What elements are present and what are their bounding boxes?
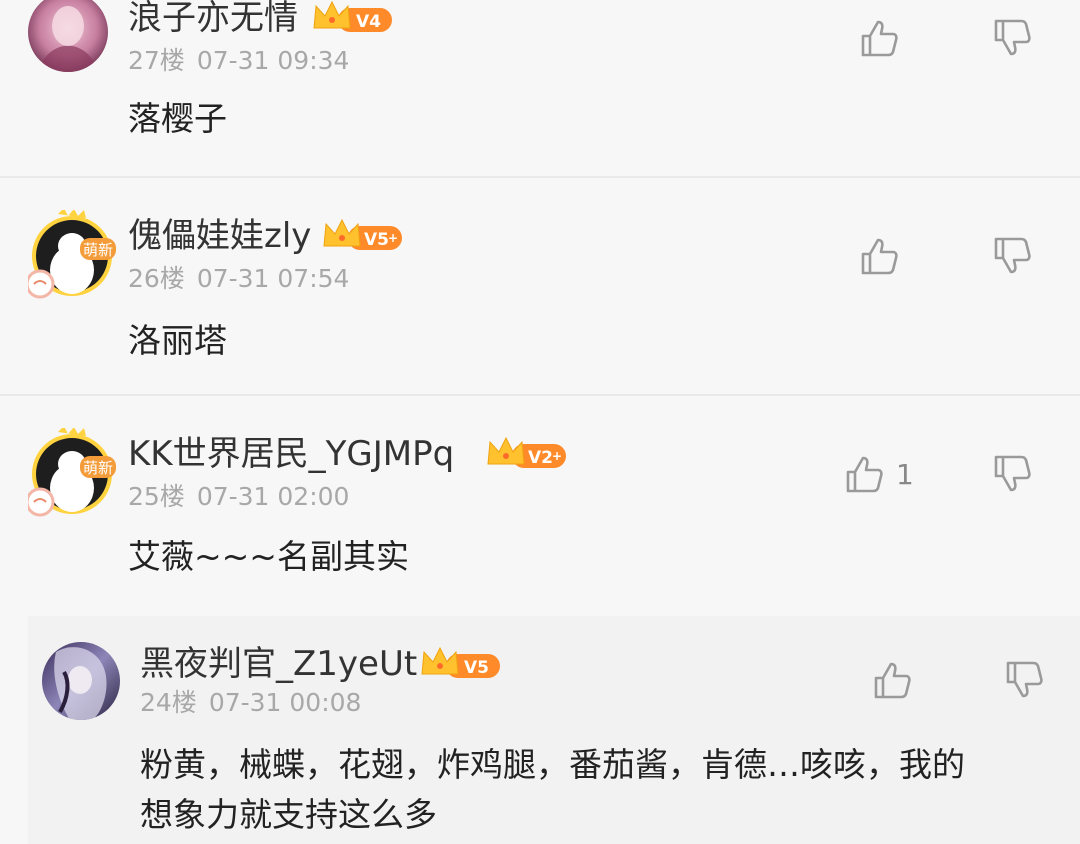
svg-text:+: + bbox=[552, 449, 562, 463]
comment-text-line: 粉黄，械蝶，花翅，炸鸡腿，番茄酱，肯德…咳咳，我的 bbox=[140, 745, 965, 784]
comment-item: 萌新 傀儡娃娃zly V5 + 26楼 07-31 07:54 洛丽塔 bbox=[0, 178, 1080, 396]
comment-list: 浪子亦无情 V4 27楼 07-31 09:34 落樱子 萌新 傀儡娃娃zly … bbox=[0, 0, 1080, 844]
comment-item: 黑夜判官_Z1yeUt V5 24楼 07-31 00:08 粉黄，械蝶，花翅，炸… bbox=[28, 616, 1080, 844]
comment-item: 浪子亦无情 V4 27楼 07-31 09:34 落樱子 bbox=[0, 0, 1080, 178]
level-text: V5 bbox=[464, 658, 489, 678]
level-text: V4 bbox=[356, 12, 381, 32]
thumbs-up-icon[interactable] bbox=[870, 658, 914, 702]
comment-meta: 26楼 07-31 07:54 bbox=[128, 264, 349, 294]
comment-meta: 25楼 07-31 02:00 bbox=[128, 482, 349, 512]
floor-number: 27楼 bbox=[128, 46, 185, 75]
floor-number: 25楼 bbox=[128, 482, 185, 511]
avatar[interactable]: 萌新 bbox=[28, 210, 116, 299]
floor-number: 26楼 bbox=[128, 264, 185, 293]
comment-text: 艾薇~~~名副其实 bbox=[128, 537, 409, 576]
thumbs-down-icon[interactable] bbox=[1002, 658, 1046, 702]
timestamp: 07-31 00:08 bbox=[208, 688, 362, 717]
comment-text: 落樱子 bbox=[128, 99, 227, 138]
thumbs-up-icon[interactable] bbox=[857, 234, 901, 278]
comment-text: 粉黄，械蝶，花翅，炸鸡腿，番茄酱，肯德…咳咳，我的 想象力就支持这么多 bbox=[140, 742, 1060, 838]
level-badge: V2 + bbox=[487, 436, 566, 468]
floor-number: 24楼 bbox=[140, 688, 197, 717]
timestamp: 07-31 02:00 bbox=[196, 482, 350, 511]
avatar-tag-text: 萌新 bbox=[83, 459, 113, 477]
comment-meta: 24楼 07-31 00:08 bbox=[140, 688, 361, 718]
level-badge: V5 + bbox=[323, 218, 402, 250]
thumbs-up-icon[interactable] bbox=[842, 452, 886, 496]
avatar[interactable] bbox=[42, 642, 120, 720]
username[interactable]: 黑夜判官_Z1yeUt bbox=[140, 644, 417, 684]
username[interactable]: 傀儡娃娃zly bbox=[128, 216, 311, 256]
avatar-tag-text: 萌新 bbox=[83, 241, 113, 259]
comment-item: 萌新 KK世界居民_YGJMPq V2 + 25楼 07-31 02:00 艾薇~… bbox=[0, 396, 1080, 616]
level-text: V2 bbox=[528, 448, 553, 468]
username[interactable]: KK世界居民_YGJMPq bbox=[128, 434, 454, 474]
timestamp: 07-31 07:54 bbox=[196, 264, 350, 293]
comment-text: 洛丽塔 bbox=[128, 321, 227, 360]
username[interactable]: 浪子亦无情 bbox=[128, 0, 298, 38]
thumbs-down-icon[interactable] bbox=[990, 234, 1034, 278]
level-badge: V4 bbox=[313, 0, 392, 32]
thumbs-down-icon[interactable] bbox=[990, 16, 1034, 60]
comment-meta: 27楼 07-31 09:34 bbox=[128, 46, 349, 76]
level-text: V5 bbox=[364, 230, 389, 250]
thumbs-down-icon[interactable] bbox=[990, 452, 1034, 496]
avatar[interactable]: 萌新 bbox=[28, 428, 116, 517]
like-count: 1 bbox=[896, 458, 914, 491]
svg-text:+: + bbox=[388, 231, 398, 245]
thumbs-up-icon[interactable] bbox=[857, 16, 901, 60]
level-badge: V5 bbox=[421, 646, 500, 678]
avatar[interactable] bbox=[28, 0, 108, 72]
timestamp: 07-31 09:34 bbox=[196, 46, 350, 75]
comment-text-line: 想象力就支持这么多 bbox=[140, 795, 437, 834]
